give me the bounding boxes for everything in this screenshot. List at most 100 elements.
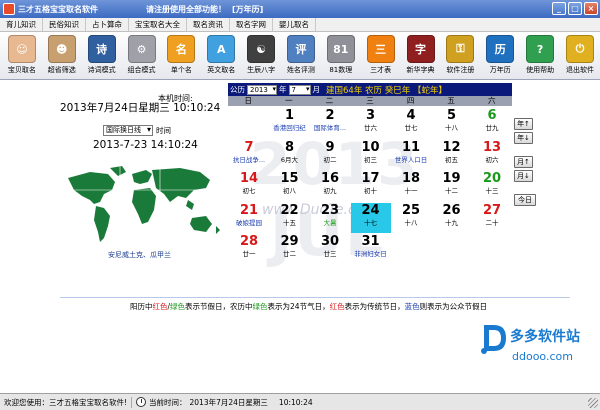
calendar-day[interactable]: 5 十八	[432, 108, 472, 138]
day-lunar-text: 廿九	[485, 124, 499, 132]
title-bar: 三才五格宝宝取名软件 请注册使用全部功能！ [万年历] _ □ ×	[0, 0, 600, 18]
toolbar-button-5[interactable]: A 英文取名	[201, 32, 241, 78]
single-name-icon: 名	[167, 35, 196, 63]
menu-naming-news[interactable]: 取名资讯	[187, 18, 230, 31]
calendar-day[interactable]: 21 破娘提园	[229, 203, 269, 233]
menu-fortune[interactable]: 占卜算命	[86, 18, 129, 31]
day-number: 1	[284, 108, 295, 123]
weekday-header: 日 一 二 三 四 五 六	[228, 96, 512, 106]
calendar-day[interactable]: 26 十九	[432, 203, 472, 233]
weekday-thu: 四	[406, 96, 415, 105]
calendar-day[interactable]: 25 十八	[391, 203, 431, 233]
toolbar-button-12[interactable]: 历万年历	[480, 32, 520, 78]
calendar-day[interactable]: 18 十一	[391, 171, 431, 201]
prev-year-button[interactable]: 年↑	[514, 118, 533, 130]
calendar-day[interactable]: 28 廿一	[229, 234, 269, 264]
toolbar-button-14[interactable]: ⏻ 退出软件	[560, 32, 600, 78]
prev-month-button[interactable]: 月↑	[514, 156, 533, 168]
day-number: 2	[325, 108, 335, 123]
calendar-day[interactable]: 10 初三	[351, 140, 391, 170]
calendar-grid: 1 香港回归纪 2 国际体育... 3 廿六 4 廿七 5 十八 6 廿九 7 抗日战争... 8 6月大 9 初…	[228, 108, 512, 268]
toolbar-button-10[interactable]: 字新华字典	[401, 32, 441, 78]
legend-green-2: 绿色	[252, 302, 268, 311]
year-select[interactable]: 2013	[247, 84, 277, 95]
menu-folklore[interactable]: 民俗知识	[43, 18, 86, 31]
toolbar-button-1[interactable]: ☻ 超省筛选	[42, 32, 82, 78]
calendar-day[interactable]: 14 初七	[229, 171, 269, 201]
calendar-day[interactable]: 16 初九	[310, 171, 350, 201]
resize-grip[interactable]	[588, 398, 598, 408]
world-map[interactable]	[60, 160, 225, 255]
menu-baby-names[interactable]: 宝宝取名大全	[129, 18, 187, 31]
menu-naming-site[interactable]: 取名字网	[230, 18, 273, 31]
toolbar-button-8[interactable]: 81 81数理	[321, 32, 361, 78]
day-lunar-text: 十二	[445, 187, 458, 195]
month-select[interactable]: 7	[288, 84, 311, 95]
legend-text-4: 表示为24节气日，	[267, 302, 330, 311]
day-lunar-text: 破娘提园	[236, 218, 262, 227]
calendar-day[interactable]: 19 十二	[432, 171, 472, 201]
register-notice: 请注册使用全部功能！	[146, 4, 226, 14]
toolbar-button-2[interactable]: 诗诗词模式	[82, 32, 122, 78]
day-number: 3	[365, 108, 376, 123]
day-lunar-text: 廿三	[323, 250, 337, 258]
calendar-day[interactable]: 27 二十	[472, 203, 512, 233]
toolbar-label: 英文取名	[207, 66, 236, 74]
toolbar-button-11[interactable]: ⚿ 软件注册	[440, 32, 480, 78]
calendar-day[interactable]: 4 廿七	[391, 108, 431, 138]
toolbar-button-0[interactable]: ☺ 宝贝取名	[2, 32, 42, 78]
calendar-day[interactable]: 9 初二	[310, 140, 350, 170]
calendar-day[interactable]: 20 十三	[472, 171, 512, 201]
minimize-button[interactable]: _	[552, 2, 566, 15]
year-label: 年	[279, 85, 287, 94]
menu-infant-naming[interactable]: 婴儿取名	[273, 18, 316, 31]
close-button[interactable]: ×	[584, 2, 598, 15]
calendar-day[interactable]: 15 初八	[270, 171, 310, 201]
toolbar-label: 万年历	[489, 66, 511, 74]
toolbar-button-7[interactable]: 评姓名评测	[281, 32, 321, 78]
day-number: 13	[482, 139, 502, 155]
calendar-day[interactable]: 3 廿六	[351, 108, 391, 138]
calendar-day[interactable]: 8 6月大	[270, 140, 310, 170]
today-button[interactable]: 今日	[514, 194, 536, 206]
weekday-sat: 六	[488, 96, 496, 105]
calendar-day[interactable]: 2 国际体育...	[310, 108, 350, 138]
calendar-day[interactable]: 6 廿九	[472, 108, 512, 138]
calendar-day[interactable]: 13 初六	[472, 140, 512, 170]
next-year-button[interactable]: 年↓	[514, 132, 533, 144]
legend-blue-1: 蓝色	[404, 302, 420, 311]
timezone-select[interactable]: 国际换日线	[103, 125, 153, 136]
calendar-day-today[interactable]: 24 十七	[350, 202, 391, 233]
calendar-day[interactable]: 31 非洲妇女日	[351, 234, 391, 264]
calendar-day[interactable]: 7 抗日战争...	[229, 140, 269, 170]
day-number: 8	[284, 139, 295, 155]
day-lunar-text: 世界人口日	[394, 155, 428, 164]
day-number: 19	[442, 171, 461, 186]
calendar-day[interactable]: 23 大暑	[310, 203, 350, 233]
calendar-day[interactable]: 22 十五	[270, 203, 310, 233]
toolbar-button-9[interactable]: 三三才表	[361, 32, 401, 78]
calendar-day[interactable]: 11 世界人口日	[391, 140, 431, 170]
status-current-clock: 10:10:24	[278, 397, 313, 407]
calendar-day[interactable]: 1 香港回归纪	[270, 108, 310, 138]
maximize-button[interactable]: □	[568, 2, 582, 15]
next-month-button[interactable]: 月↓	[514, 170, 533, 182]
status-bar: 欢迎您使用：三才五格宝宝取名软件! 当前时间： 2013年7月24日星期三 10…	[0, 393, 600, 410]
toolbar-button-13[interactable]: ? 使用帮助	[520, 32, 560, 78]
calendar-header: 公历 2013 年 7 月 建国64年 农历 癸巳年 【蛇年】	[228, 83, 512, 96]
toolbar-button-3[interactable]: ⚙ 组合模式	[122, 32, 162, 78]
calendar-day[interactable]: 29 廿二	[270, 234, 310, 264]
toolbar-button-6[interactable]: ☯ 生辰八字	[241, 32, 281, 78]
brand-name: 多多软件站	[510, 329, 580, 345]
calendar-day[interactable]: 12 初五	[432, 140, 472, 170]
calendar-day[interactable]: 17 初十	[351, 171, 391, 201]
day-number: 16	[320, 171, 340, 186]
toolbar-button-4[interactable]: 名单个名	[161, 32, 201, 78]
menu-parenting[interactable]: 育儿知识	[0, 18, 43, 31]
calendar-day[interactable]: 30 廿三	[310, 234, 350, 264]
yin-yang-icon: ☯	[247, 35, 276, 63]
day-lunar-text: 初五	[445, 155, 458, 164]
legend-text-3: 表示节假日，农历中	[185, 302, 253, 311]
toolbar-label: 三才表	[370, 66, 392, 74]
day-number: 6	[487, 108, 497, 123]
